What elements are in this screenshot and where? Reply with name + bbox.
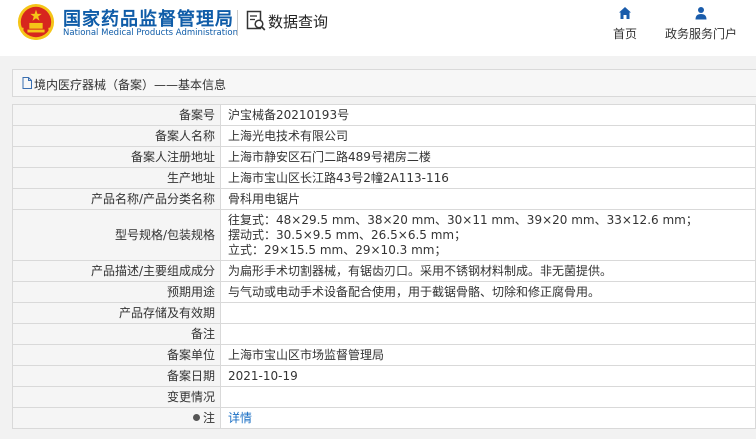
row-label: 预期用途 <box>12 281 221 303</box>
row-label: 生产地址 <box>12 167 221 189</box>
nav-home-link[interactable]: 首页 <box>608 6 642 42</box>
pin-icon <box>192 413 200 421</box>
document-icon <box>22 77 32 89</box>
table-row: 产品名称/产品分类名称 骨科用电锯片 <box>12 188 756 210</box>
panel-header: 境内医疗器械（备案）——基本信息 <box>12 69 756 97</box>
user-icon <box>695 7 707 20</box>
row-value: 为扁形手术切割器械，有锯齿刃口。采用不锈钢材料制成。非无菌提供。 <box>220 260 756 282</box>
row-label: 备案人注册地址 <box>12 146 221 168</box>
national-emblem-icon <box>17 3 55 41</box>
row-value: 骨科用电锯片 <box>220 188 756 210</box>
nav-home-label: 首页 <box>612 27 637 41</box>
table-row: 备注 <box>12 323 756 345</box>
row-value: 沪宝械备20210193号 <box>220 104 756 126</box>
row-label: 变更情况 <box>12 386 221 408</box>
note-label-cell: 注 <box>12 407 221 429</box>
row-value <box>220 323 756 345</box>
row-label: 备案人名称 <box>12 125 221 147</box>
note-value-cell: 详情 <box>220 407 756 429</box>
nav-gov-portal-link[interactable]: 政务服务门户 <box>662 6 740 42</box>
row-label: 备案单位 <box>12 344 221 366</box>
table-row: 型号规格/包装规格 往复式：48×29.5 mm、38×20 mm、30×11 … <box>12 209 756 261</box>
table-row: 变更情况 <box>12 386 756 408</box>
data-query-title: 数据查询 <box>268 13 329 31</box>
row-label: 产品描述/主要组成成分 <box>12 260 221 282</box>
home-icon <box>619 7 631 19</box>
row-label: 备注 <box>12 323 221 345</box>
agency-name-en: National Medical Products Administration <box>63 28 238 38</box>
row-value: 与气动或电动手术设备配合使用，用于截锯骨骼、切除和修正腐骨用。 <box>220 281 756 303</box>
row-label: 产品存储及有效期 <box>12 302 221 324</box>
table-row: 产品存储及有效期 <box>12 302 756 324</box>
row-value: 上海市静安区石门二路489号裙房二楼 <box>220 146 756 168</box>
table-row: 产品描述/主要组成成分 为扁形手术切割器械，有锯齿刃口。采用不锈钢材料制成。非无… <box>12 260 756 282</box>
site-header: 国家药品监督管理局 National Medical Products Admi… <box>0 0 756 52</box>
detail-table: 备案号 沪宝械备20210193号 备案人名称 上海光电技术有限公司 备案人注册… <box>12 104 756 429</box>
table-row: 注 详情 <box>12 407 756 429</box>
row-label: 注 <box>202 410 215 425</box>
table-row: 生产地址 上海市宝山区长江路43号2幢2A113-116 <box>12 167 756 189</box>
table-row: 预期用途 与气动或电动手术设备配合使用，用于截锯骨骼、切除和修正腐骨用。 <box>12 281 756 303</box>
panel-title: 境内医疗器械（备案）——基本信息 <box>34 78 227 92</box>
nav-portal-label: 政务服务门户 <box>664 27 737 41</box>
table-row: 备案单位 上海市宝山区市场监督管理局 <box>12 344 756 366</box>
table-row: 备案人注册地址 上海市静安区石门二路489号裙房二楼 <box>12 146 756 168</box>
table-row: 备案号 沪宝械备20210193号 <box>12 104 756 126</box>
details-link[interactable]: 详情 <box>228 411 252 425</box>
row-label: 产品名称/产品分类名称 <box>12 188 221 210</box>
row-value <box>220 302 756 324</box>
row-value: 往复式：48×29.5 mm、38×20 mm、30×11 mm、39×20 m… <box>220 209 756 261</box>
row-label: 备案日期 <box>12 365 221 387</box>
row-value: 上海市宝山区市场监督管理局 <box>220 344 756 366</box>
row-label: 型号规格/包装规格 <box>12 209 221 261</box>
header-divider <box>237 10 238 36</box>
row-value <box>220 386 756 408</box>
row-value: 上海光电技术有限公司 <box>220 125 756 147</box>
table-row: 备案日期 2021-10-19 <box>12 365 756 387</box>
table-row: 备案人名称 上海光电技术有限公司 <box>12 125 756 147</box>
data-query-icon <box>246 10 266 31</box>
row-label: 备案号 <box>12 104 221 126</box>
row-value: 2021-10-19 <box>220 365 756 387</box>
row-value: 上海市宝山区长江路43号2幢2A113-116 <box>220 167 756 189</box>
